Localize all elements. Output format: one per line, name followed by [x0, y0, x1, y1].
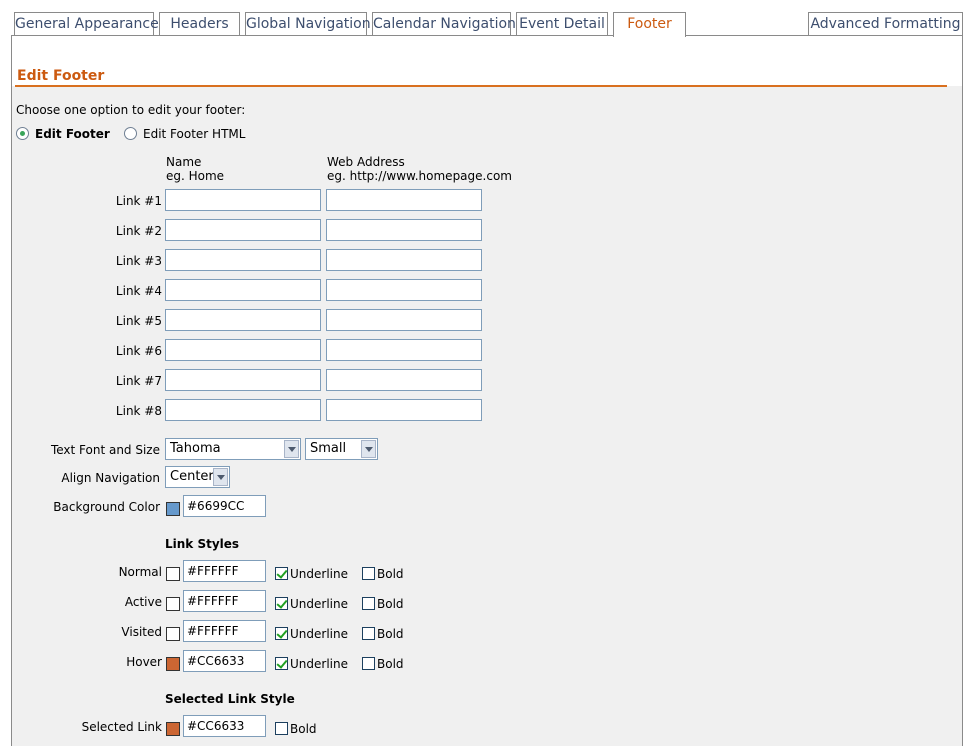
selected-link-swatch[interactable]	[166, 722, 180, 736]
bold-checkbox[interactable]	[362, 627, 375, 640]
link-url-input[interactable]	[326, 399, 482, 421]
name-column-example: eg. Home	[166, 169, 225, 183]
bold-label: Bold	[377, 567, 404, 581]
link-label: Link #7	[115, 374, 162, 388]
size-select[interactable]: Small	[305, 438, 378, 460]
panel-title: Edit Footer	[17, 68, 105, 84]
background-color-swatch[interactable]	[166, 502, 180, 516]
link-style-color-input[interactable]: #CC6633	[183, 650, 266, 672]
link-name-input[interactable]	[165, 249, 321, 271]
underline-checkbox[interactable]	[275, 567, 288, 580]
size-select-value: Small	[310, 441, 347, 456]
tab-calendar-navigation[interactable]: Calendar Navigation	[372, 12, 516, 35]
align-navigation-label: Align Navigation	[61, 471, 160, 485]
font-select-value: Tahoma	[170, 441, 221, 456]
link-url-input[interactable]	[326, 249, 482, 271]
link-url-input[interactable]	[326, 309, 482, 331]
link-style-label: Active	[124, 595, 162, 609]
link-label: Link #1	[115, 194, 162, 208]
font-size-label: Text Font and Size	[50, 443, 160, 457]
tab-global-navigation[interactable]: Global Navigation	[245, 12, 371, 35]
underline-checkbox[interactable]	[275, 597, 288, 610]
chevron-down-icon[interactable]	[361, 440, 376, 458]
link-style-color-input[interactable]: #FFFFFF	[183, 620, 266, 642]
selected-link-style-heading: Selected Link Style	[165, 692, 295, 706]
background-color-input[interactable]: #6699CC	[183, 495, 266, 517]
link-name-input[interactable]	[165, 219, 321, 241]
tab-bar: General Appearance Headers Global Naviga…	[0, 0, 974, 37]
link-label: Link #8	[115, 404, 162, 418]
underline-checkbox[interactable]	[275, 657, 288, 670]
underline-label: Underline	[290, 597, 348, 611]
link-style-label: Hover	[126, 655, 162, 669]
align-select-value: Center	[170, 469, 214, 484]
link-name-input[interactable]	[165, 399, 321, 421]
background-color-label: Background Color	[53, 500, 160, 514]
link-url-input[interactable]	[326, 339, 482, 361]
link-styles-heading: Link Styles	[165, 537, 240, 551]
link-style-swatch[interactable]	[166, 567, 180, 581]
link-name-input[interactable]	[165, 309, 321, 331]
radio-edit-footer[interactable]	[16, 127, 29, 140]
link-name-input[interactable]	[165, 339, 321, 361]
link-label: Link #5	[115, 314, 162, 328]
chevron-down-icon[interactable]	[213, 468, 228, 486]
radio-edit-footer-html[interactable]	[124, 127, 137, 140]
bold-label: Bold	[377, 627, 404, 641]
bold-checkbox[interactable]	[362, 657, 375, 670]
underline-label: Underline	[290, 567, 348, 581]
link-style-color-input[interactable]: #FFFFFF	[183, 590, 266, 612]
link-style-color-input[interactable]: #FFFFFF	[183, 560, 266, 582]
link-name-input[interactable]	[165, 279, 321, 301]
underline-checkbox[interactable]	[275, 627, 288, 640]
web-address-column-header: Web Address	[327, 155, 405, 169]
chevron-down-icon[interactable]	[284, 440, 299, 458]
font-select[interactable]: Tahoma	[165, 438, 301, 460]
panel-divider	[15, 85, 947, 87]
bold-checkbox[interactable]	[362, 567, 375, 580]
tab-general-appearance[interactable]: General Appearance	[14, 12, 159, 35]
radio-edit-footer-label: Edit Footer	[35, 127, 110, 141]
selected-link-bold-checkbox[interactable]	[275, 722, 288, 735]
web-address-column-example: eg. http://www.homepage.com	[327, 169, 512, 183]
selected-link-bold-label: Bold	[290, 722, 317, 736]
link-style-swatch[interactable]	[166, 657, 180, 671]
radio-edit-footer-html-label: Edit Footer HTML	[143, 127, 246, 141]
link-style-swatch[interactable]	[166, 597, 180, 611]
link-style-label: Normal	[118, 565, 162, 579]
instruction-text: Choose one option to edit your footer:	[16, 103, 246, 117]
bold-label: Bold	[377, 657, 404, 671]
link-url-input[interactable]	[326, 189, 482, 211]
selected-link-color-input[interactable]: #CC6633	[183, 715, 266, 737]
bold-checkbox[interactable]	[362, 597, 375, 610]
tab-advanced-formatting[interactable]: Advanced Formatting	[808, 12, 963, 35]
link-style-swatch[interactable]	[166, 627, 180, 641]
panel-header: Edit Footer	[12, 36, 962, 87]
selected-link-label: Selected Link	[81, 720, 162, 734]
link-label: Link #2	[115, 224, 162, 238]
underline-label: Underline	[290, 627, 348, 641]
link-style-label: Visited	[121, 625, 162, 639]
link-label: Link #3	[115, 254, 162, 268]
align-select[interactable]: Center	[165, 466, 230, 488]
name-column-header: Name	[166, 155, 202, 169]
link-url-input[interactable]	[326, 369, 482, 391]
tab-headers[interactable]: Headers	[159, 12, 240, 35]
link-label: Link #6	[115, 344, 162, 358]
link-name-input[interactable]	[165, 369, 321, 391]
link-label: Link #4	[115, 284, 162, 298]
bold-label: Bold	[377, 597, 404, 611]
tab-footer[interactable]: Footer	[613, 12, 686, 37]
tab-event-detail[interactable]: Event Detail	[516, 12, 608, 35]
underline-label: Underline	[290, 657, 348, 671]
link-url-input[interactable]	[326, 219, 482, 241]
edit-footer-panel: Edit Footer Choose one option to edit yo…	[11, 35, 963, 746]
link-name-input[interactable]	[165, 189, 321, 211]
link-url-input[interactable]	[326, 279, 482, 301]
